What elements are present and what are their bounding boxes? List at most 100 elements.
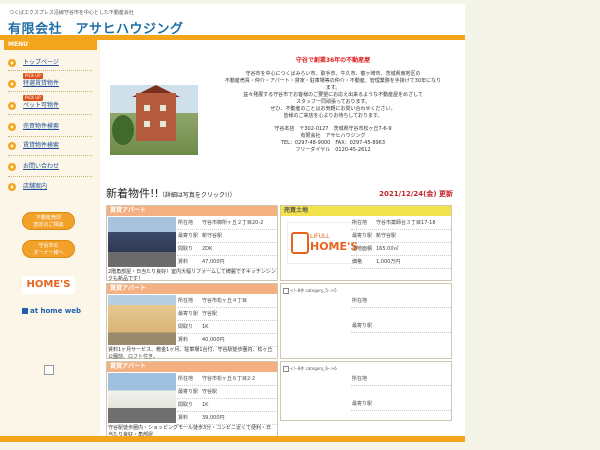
listing-details: 所在地 守谷市御所ヶ丘２丁目20-2 最寄り駅 新守谷駅 間取り 2DK 賃料 47,0… [177, 217, 277, 269]
intro-line: 不動産売買・仲介・アパート・貸家・駐車場等の仲介・不動産、管理業務を手掛けて30… [224, 78, 442, 84]
detail-value: 1K [202, 402, 209, 408]
sidebar-item-label: 賃貸物件検索 [23, 142, 60, 149]
sidebar-item-label: お問い合わせ [23, 163, 60, 170]
detail-value: 守谷市松ヶ丘６丁目2-2 [202, 376, 256, 382]
footer-accent-bar [0, 436, 465, 442]
detail-row: 所在地 守谷市薬師台３丁目17-18 [351, 217, 451, 230]
detail-value: 47,000円 [202, 259, 225, 265]
page: つくばエクスプレス沿線守谷市を中心とした不動産会社 有限会社 アサヒハウジング … [0, 0, 600, 450]
sidebar: MENU トップページ PICK UP 特選賃貸物件 PICK UP ペット可物… [0, 40, 100, 440]
detail-key: 間取り [178, 246, 194, 252]
arrow-right-icon [8, 123, 16, 131]
listings-title: 新着物件!!（詳細は写真をクリック!!） [106, 185, 236, 201]
detail-row: 価格 1,000万円 [351, 256, 451, 269]
athome-logo-text: at home web [30, 307, 82, 315]
listing-card[interactable]: 賃貸アパート 所在地 守谷市松ヶ丘６丁目2-2 最寄り駅 守谷駅 間取り 1K 賃料 3… [106, 361, 278, 438]
detail-row: 間取り 1K [177, 399, 277, 412]
detail-key: 賃料 [178, 337, 189, 343]
button-line: 査定のご相談 [33, 222, 64, 228]
owner-info-button[interactable]: 守谷市の オーナー様へ [22, 240, 75, 258]
listing-photo[interactable] [108, 217, 176, 267]
detail-row: 所在地 [351, 295, 451, 308]
lifull-homes-logo[interactable]: LIFULL HOME'S [287, 222, 358, 264]
detail-key: 賃料 [178, 259, 189, 265]
listing-card[interactable]: 売買土地 LIFULL HOME'S 所在地 守谷市薬師台３丁目17-18 最寄り… [280, 205, 452, 281]
arrow-right-icon [8, 59, 16, 67]
detail-row: 賃料 40,000円 [177, 334, 277, 347]
detail-key: 所在地 [352, 376, 368, 382]
detail-value: 2DK [202, 246, 213, 252]
detail-row: 土地面積 165.00㎡ [351, 243, 451, 256]
arrow-right-icon [8, 80, 16, 88]
detail-value: 守谷市松ヶ丘４丁目 [202, 298, 248, 304]
detail-key: 所在地 [352, 220, 368, 226]
listing-description: 2階角部屋・日当たり良好！室内大幅リフォームして綺麗ですキッチンシンクも新品です… [108, 269, 276, 282]
detail-key: 賃料 [178, 415, 189, 421]
detail-key: 間取り [178, 402, 194, 408]
window-shape [144, 121, 150, 127]
intro-line: 益々発展する守谷市でお客様のご要望にお応え出来るような不動産屋をめざして [243, 92, 423, 98]
button-line: 不動産売却 [35, 215, 61, 221]
detail-key: 最寄り駅 [352, 401, 373, 407]
site-tagline: つくばエクスプレス沿線守谷市を中心とした不動産会社 [9, 10, 134, 16]
listing-photo[interactable] [108, 373, 176, 423]
sidebar-item-label: 売買物件検索 [23, 123, 60, 130]
detail-value: 1K [202, 324, 209, 330]
sidebar-item-label: ペット可物件 [23, 102, 60, 109]
sidebar-item-label: 特選賃貸物件 [23, 80, 60, 87]
detail-row: 所在地 [351, 373, 451, 386]
detail-key: 最寄り駅 [178, 389, 199, 395]
arrow-right-icon [8, 163, 16, 171]
detail-value: 新守谷駅 [376, 233, 397, 239]
listing-details: 所在地 守谷市薬師台３丁目17-18 最寄り駅 新守谷駅 土地面積 165.00㎡ 価… [351, 217, 451, 269]
listing-details: 所在地 守谷市松ヶ丘６丁目2-2 最寄り駅 守谷駅 間取り 1K 賃料 39,000円 [177, 373, 277, 425]
intro-line: 皆様のご来店を心よりお待ちしております。 [283, 113, 383, 119]
logo-text-lifull: LIFULL [310, 233, 330, 240]
intro-line: ぜひ、不動産のことはお気軽にお問い合わせください。 [270, 106, 396, 112]
menu-divider [8, 91, 92, 92]
broken-listing-image[interactable]: <!--8件 category_5-->5 [283, 288, 349, 328]
button-line: 守谷市の [38, 243, 59, 249]
detail-key: 価格 [352, 259, 363, 265]
detail-value: 守谷市薬師台３丁目17-18 [376, 220, 436, 226]
listing-details: 所在地 守谷市松ヶ丘４丁目 最寄り駅 守谷駅 間取り 1K 賃料 40,000円 [177, 295, 277, 347]
homes-logo-link[interactable]: HOME'S [22, 276, 75, 294]
broken-image-icon [44, 365, 54, 375]
detail-key: 最寄り駅 [178, 311, 199, 317]
store-freedial: フリーダイヤル 0120-45-2612 [295, 147, 371, 153]
menu-header: MENU [4, 40, 97, 50]
arrow-right-icon [8, 142, 16, 150]
menu-divider [8, 136, 92, 137]
listing-category: 賃貸アパート [107, 284, 277, 294]
menu-divider [8, 70, 92, 71]
detail-row: 最寄り駅 守谷駅 [177, 386, 277, 399]
listings-updated-date: 2021/12/24(金) 更新 [379, 190, 453, 198]
detail-value: 1,000万円 [376, 259, 401, 265]
listing-photo[interactable] [108, 295, 176, 345]
detail-key: 所在地 [178, 220, 194, 226]
detail-key: 最寄り駅 [352, 233, 373, 239]
listing-card[interactable]: <!--8件 category_5-->5 所在地 最寄り駅 [280, 283, 452, 359]
sidebar-item-label: 店舗案内 [23, 183, 48, 190]
detail-value: 39,000円 [202, 415, 225, 421]
store-address: 守谷本店 〒302-0127 茨城県守谷市松ヶ丘7-6-9 [274, 126, 392, 132]
detail-row: 間取り 2DK [177, 243, 277, 256]
tree-shape [112, 115, 134, 145]
intro-line: スタッフ一同頑張っております。 [295, 99, 371, 105]
listing-description: 賃料1ヶ月サービス、敷金1ヶ月、駐車場1台付、守谷駅徒歩圏内、松ヶ丘公園前、ロフ… [108, 347, 273, 360]
sale-consult-button[interactable]: 不動産売却 査定のご相談 [22, 212, 75, 230]
detail-key: 最寄り駅 [178, 233, 199, 239]
detail-row: 最寄り駅 新守谷駅 [351, 230, 451, 243]
detail-key: 土地面積 [352, 246, 373, 252]
new-listings-section: 新着物件!!（詳細は写真をクリック!!） 2021/12/24(金) 更新 賃貸… [100, 175, 465, 440]
listing-card[interactable]: <!--8件 category_6-->6 所在地 最寄り駅 [280, 361, 452, 421]
detail-value: 165.00㎡ [376, 246, 399, 252]
building-shape [136, 93, 176, 141]
listings-subtitle: （詳細は写真をクリック!!） [158, 192, 236, 199]
listing-card[interactable]: 賃貸アパート 所在地 守谷市御所ヶ丘２丁目20-2 最寄り駅 新守谷駅 間取り 2DK… [106, 205, 278, 282]
broken-listing-image[interactable]: <!--8件 category_6-->6 [283, 366, 349, 406]
athome-logo-link[interactable]: at home web [22, 307, 82, 319]
listing-card[interactable]: 賃貸アパート 所在地 守谷市松ヶ丘４丁目 最寄り駅 守谷駅 間取り 1K 賃料 40,0… [106, 283, 278, 360]
menu-divider [8, 176, 92, 177]
detail-value: 守谷市御所ヶ丘２丁目20-2 [202, 220, 264, 226]
